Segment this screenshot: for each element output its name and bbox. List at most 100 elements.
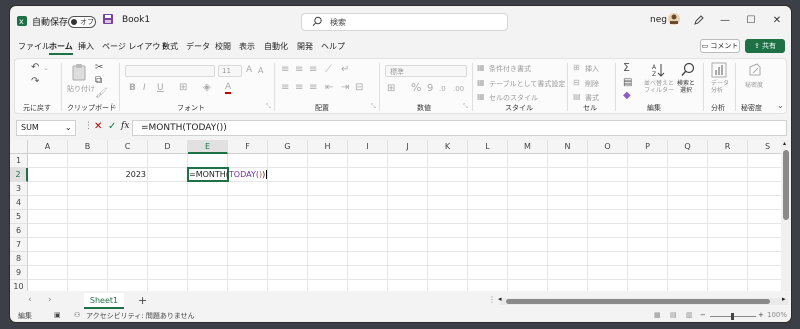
vertical-scroll-thumb[interactable] (783, 150, 789, 220)
align-center-icon[interactable]: ≡ (295, 83, 303, 93)
spreadsheet-grid[interactable]: A B C D E F G H I J K L M N O P Q R S 1 2 3 4 5 6 7 8 9 10 2023 =MONTH… (10, 140, 781, 291)
fill-color-icon[interactable]: ◈ (203, 83, 211, 93)
column-header-s[interactable]: S (748, 140, 781, 154)
tab-review[interactable]: 校閲 (215, 41, 231, 52)
formula-input[interactable]: =MONTH(TODAY()) (132, 120, 787, 136)
minimize-icon[interactable]: — (718, 14, 732, 28)
cell-styles-button[interactable]: セルのスタイル (489, 93, 538, 103)
sensitivity-button[interactable]: 秘密度 (745, 80, 763, 89)
align-left-icon[interactable]: ≡ (281, 83, 289, 93)
tab-automate[interactable]: 自動化 (264, 41, 288, 52)
dialog-launcher-icon[interactable]: ⤡ (266, 102, 271, 112)
delete-cells-icon[interactable]: ⊟ (573, 78, 580, 88)
bold-icon[interactable]: B (129, 83, 136, 93)
tab-insert[interactable]: 挿入 (78, 41, 94, 52)
accessibility-icon[interactable]: ⚇ (74, 311, 80, 319)
horizontal-scroll-thumb[interactable] (506, 299, 770, 304)
ribbon-collapse-icon[interactable]: ⌄ (777, 101, 784, 111)
row-header-8[interactable]: 8 (10, 252, 28, 266)
insert-cells-icon[interactable]: ⊞ (573, 63, 580, 73)
autosave-toggle[interactable]: オフ (68, 16, 96, 28)
column-header-l[interactable]: L (468, 140, 508, 154)
border-icon[interactable]: ⊞ (179, 83, 187, 93)
row-header-3[interactable]: 3 (10, 182, 28, 196)
insert-cells-button[interactable]: 挿入 (585, 64, 599, 74)
wrap-text-icon[interactable]: ↵ (341, 65, 349, 75)
align-right-icon[interactable]: ≡ (309, 83, 317, 93)
scroll-right-icon[interactable]: ▸ (782, 295, 786, 303)
cell-styles-icon[interactable]: ▦ (477, 92, 485, 102)
cut-icon[interactable]: ✂ (95, 63, 103, 73)
sort-filter-label[interactable]: 並べ替えと フィルター (644, 80, 674, 94)
tab-developer[interactable]: 開発 (297, 41, 313, 52)
column-header-g[interactable]: G (268, 140, 308, 154)
enter-icon[interactable]: ✓ (108, 121, 116, 132)
fill-icon[interactable]: ▤ (623, 78, 632, 88)
sort-filter-icon[interactable]: AZ (651, 62, 667, 81)
delete-cells-button[interactable]: 削除 (585, 79, 599, 89)
column-header-j[interactable]: J (388, 140, 428, 154)
user-name[interactable]: neg (650, 15, 667, 25)
row-header-2[interactable]: 2 (10, 168, 28, 182)
column-header-r[interactable]: R (708, 140, 748, 154)
tab-help[interactable]: ヘルプ (321, 41, 345, 52)
column-header-e[interactable]: E (188, 140, 228, 154)
undo-icon[interactable]: ↶ (31, 63, 39, 73)
column-header-d[interactable]: D (148, 140, 188, 154)
macro-record-icon[interactable]: ▣ (54, 311, 61, 319)
row-header-10[interactable]: 10 (10, 280, 28, 291)
column-header-f[interactable]: F (228, 140, 268, 154)
horizontal-scrollbar[interactable]: ◂ ▸ (498, 295, 788, 305)
align-middle-icon[interactable]: ≡ (295, 65, 303, 75)
table-icon[interactable]: ▦ (477, 78, 485, 88)
save-icon[interactable] (102, 13, 114, 28)
italic-icon[interactable]: I (143, 83, 146, 93)
sensitivity-icon[interactable] (747, 62, 763, 81)
percent-icon[interactable]: % (411, 82, 421, 93)
currency-icon[interactable]: ⊞ (387, 84, 395, 94)
clear-icon[interactable]: ◆ (623, 91, 631, 101)
format-as-table-button[interactable]: テーブルとして書式設定 (489, 79, 565, 89)
font-name-select[interactable] (125, 65, 215, 77)
page-layout-view-icon[interactable]: ▤ (670, 311, 677, 319)
avatar[interactable] (667, 12, 681, 29)
pen-icon[interactable] (693, 14, 705, 29)
column-header-a[interactable]: A (28, 140, 68, 154)
dialog-launcher-icon[interactable]: ⤡ (463, 102, 468, 112)
underline-icon[interactable]: U (157, 83, 164, 93)
name-box[interactable]: SUM ⌄ (16, 120, 76, 136)
prev-sheet-icon[interactable]: ‹ (28, 295, 32, 305)
row-header-1[interactable]: 1 (10, 154, 28, 168)
dialog-launcher-icon[interactable]: ⤡ (371, 102, 376, 112)
comma-style-icon[interactable]: 9 (427, 84, 433, 94)
page-break-view-icon[interactable]: ▥ (686, 311, 693, 319)
column-header-b[interactable]: B (68, 140, 108, 154)
column-header-c[interactable]: C (108, 140, 148, 154)
cancel-icon[interactable]: ✕ (94, 121, 102, 132)
column-header-o[interactable]: O (588, 140, 628, 154)
decrease-font-icon[interactable]: A (258, 66, 263, 76)
cell-edit-text[interactable]: =MONTH(TODAY()) (189, 168, 268, 181)
zoom-slider-thumb[interactable] (731, 313, 734, 320)
tab-home[interactable]: ホーム (49, 41, 73, 55)
find-select-label[interactable]: 検索と 選択 (677, 80, 695, 94)
next-sheet-icon[interactable]: › (48, 295, 52, 305)
vertical-scrollbar[interactable]: ▴ (781, 140, 791, 291)
row-header-7[interactable]: 7 (10, 238, 28, 252)
redo-icon[interactable]: ↷ (31, 77, 39, 87)
merge-center-icon[interactable]: ⊟ (355, 83, 363, 93)
maximize-icon[interactable]: ☐ (744, 14, 758, 28)
paste-label[interactable]: 貼り付け (67, 84, 95, 94)
tab-page-layout[interactable]: ページ レイアウト (102, 41, 168, 52)
zoom-out-icon[interactable]: − (700, 311, 706, 319)
tab-file[interactable]: ファイル (18, 41, 50, 52)
column-header-k[interactable]: K (428, 140, 468, 154)
zoom-level[interactable]: 100% (767, 311, 787, 319)
format-cells-icon[interactable]: ▤ (573, 92, 581, 102)
column-header-q[interactable]: Q (668, 140, 708, 154)
row-header-5[interactable]: 5 (10, 210, 28, 224)
tab-view[interactable]: 表示 (239, 41, 255, 52)
analyze-data-label[interactable]: データ 分析 (711, 80, 729, 94)
add-sheet-button[interactable]: + (138, 294, 147, 307)
row-header-6[interactable]: 6 (10, 224, 28, 238)
